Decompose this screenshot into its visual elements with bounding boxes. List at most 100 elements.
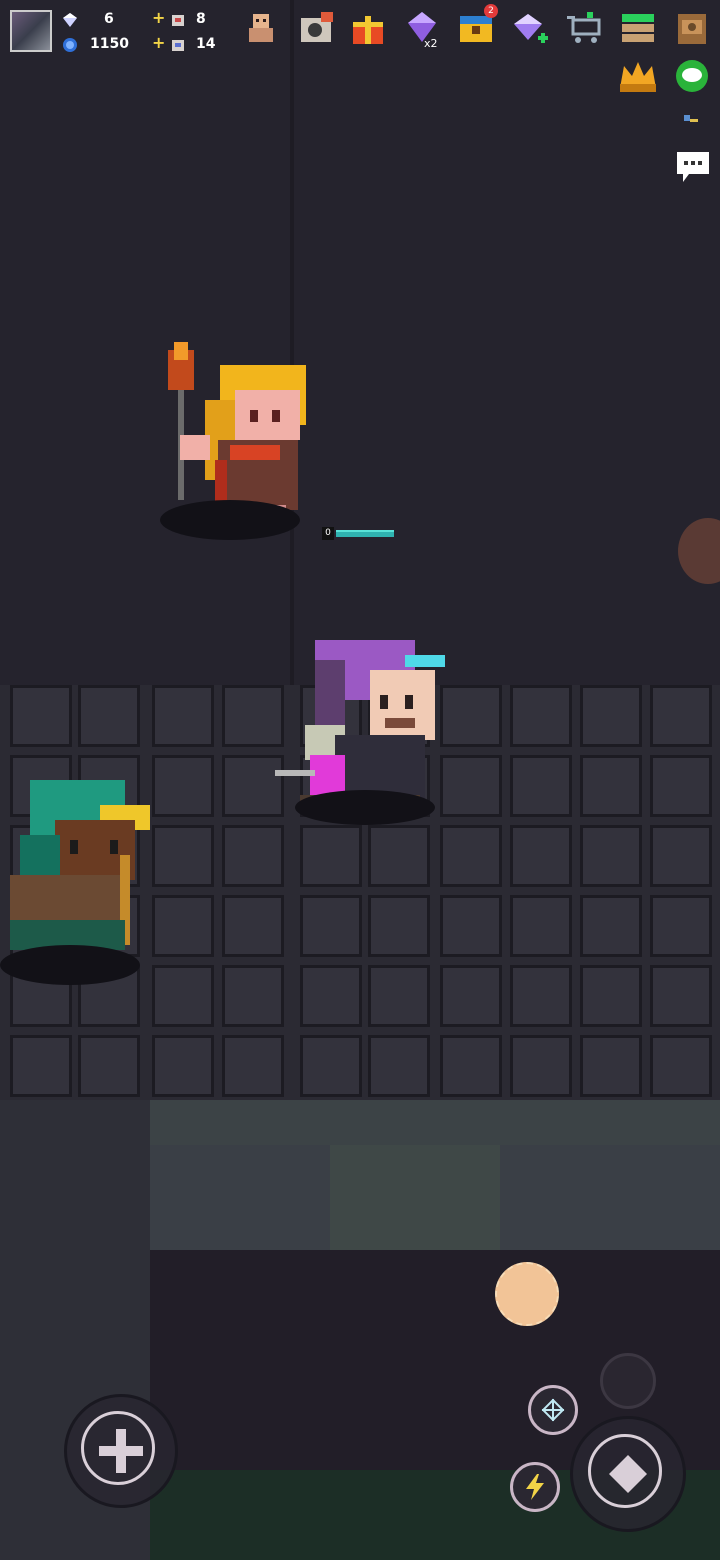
- material-a-icon: [172, 15, 184, 26]
- hooded-rogue-character[interactable]: [275, 640, 450, 830]
- floor-tile: [222, 1035, 284, 1097]
- gift-icon: [353, 16, 383, 44]
- hp-fill: [336, 530, 394, 537]
- floor-tile: [580, 825, 642, 887]
- chat-line-button[interactable]: [674, 58, 710, 94]
- attack-joystick[interactable]: [570, 1416, 686, 1532]
- floor-tile: [650, 825, 712, 887]
- gem-shop-icon: [514, 14, 548, 43]
- move-joystick[interactable]: [64, 1394, 178, 1508]
- move-cross-icon: [99, 1429, 143, 1473]
- floor-tile: [368, 895, 430, 957]
- gem-x2-button[interactable]: x2: [402, 8, 442, 50]
- add-key-b-button[interactable]: +: [152, 33, 165, 52]
- hp-counter: 0: [322, 527, 334, 540]
- key-indicator: [682, 112, 700, 126]
- floor-tile: [440, 965, 502, 1027]
- svg-text:x2: x2: [424, 37, 438, 48]
- floor-tile: [440, 1035, 502, 1097]
- weapon-swap-button[interactable]: [600, 1353, 656, 1409]
- material-b-count: 14: [196, 36, 216, 52]
- lightning-skill-button[interactable]: [510, 1462, 560, 1512]
- floor-tile: [650, 895, 712, 957]
- menu-button[interactable]: [618, 8, 658, 48]
- lightning-icon: [526, 1474, 544, 1500]
- floor-tile: [368, 1035, 430, 1097]
- attack-orb[interactable]: [495, 1262, 559, 1326]
- backpack-button[interactable]: [672, 8, 712, 48]
- archer-character[interactable]: [0, 775, 160, 990]
- floor-tile: [222, 965, 284, 1027]
- camera-button[interactable]: [297, 8, 337, 48]
- floor-tile: [10, 1035, 72, 1097]
- floor-tile: [10, 685, 72, 747]
- floor-tile: [440, 825, 502, 887]
- floor-tile: [510, 755, 572, 817]
- floor-tile: [300, 825, 362, 887]
- floor-tile: [152, 685, 214, 747]
- floor-tile: [368, 965, 430, 1027]
- floor-tile: [78, 685, 140, 747]
- floor-tile: [650, 965, 712, 1027]
- shop-button[interactable]: [565, 8, 605, 48]
- floor-tile: [152, 965, 214, 1027]
- floor-tile: [300, 895, 362, 957]
- floor-tile: [580, 685, 642, 747]
- character-icon: [249, 14, 273, 42]
- floor-tile: [580, 1035, 642, 1097]
- floor-tile: [510, 685, 572, 747]
- shop-cart-icon: [567, 12, 601, 43]
- crown-icon: [620, 62, 656, 92]
- add-key-a-button[interactable]: +: [152, 8, 165, 27]
- player-avatar[interactable]: [10, 10, 52, 52]
- backpack-icon: [678, 14, 706, 44]
- material-b-icon: [172, 40, 184, 51]
- chat-button[interactable]: [675, 150, 711, 184]
- floor-tile: [510, 1035, 572, 1097]
- floor-tile: [510, 965, 572, 1027]
- message-icon: [676, 60, 708, 92]
- game-scene: 0: [0, 0, 720, 1560]
- gem-x2-icon: x2: [408, 12, 438, 50]
- gift-button[interactable]: [348, 8, 388, 48]
- floor-tile: [510, 825, 572, 887]
- floor-tile: [222, 825, 284, 887]
- top-hud: 6 1150 + 8 + 14 x2 2: [0, 0, 720, 60]
- crown-button[interactable]: [618, 58, 658, 94]
- gem-icon: [63, 13, 77, 27]
- character-button[interactable]: [241, 8, 281, 48]
- camera-icon: [301, 12, 333, 42]
- frost-skill-button[interactable]: [528, 1385, 578, 1435]
- floor-tile: [510, 895, 572, 957]
- player-hp-bar: 0: [322, 527, 394, 540]
- key-icon: [684, 115, 698, 122]
- floor-tile: [152, 755, 214, 817]
- chat-bubble-icon: [677, 152, 709, 182]
- gem-count: 6: [104, 11, 114, 27]
- floor-tile: [580, 895, 642, 957]
- treasure-button[interactable]: 2: [456, 4, 498, 48]
- coin-count: 1150: [90, 36, 129, 52]
- mage-character[interactable]: [160, 340, 310, 550]
- floor-tile: [580, 965, 642, 1027]
- floor-tile: [650, 1035, 712, 1097]
- snowflake-icon: [541, 1398, 565, 1422]
- treasure-badge: 2: [484, 4, 498, 18]
- floor-tile: [152, 825, 214, 887]
- floor-tile: [650, 755, 712, 817]
- attack-diamond-icon: [609, 1455, 647, 1493]
- floor-tile: [78, 1035, 140, 1097]
- menu-stack-icon: [622, 14, 654, 42]
- stone-ledge: [150, 1100, 720, 1250]
- floor-tile: [152, 1035, 214, 1097]
- floor-tile: [650, 685, 712, 747]
- coin-icon: [63, 38, 77, 52]
- floor-tile: [152, 895, 214, 957]
- floor-tile: [440, 895, 502, 957]
- dungeon-dark-floor: [0, 0, 720, 690]
- floor-tile: [222, 895, 284, 957]
- floor-tile: [368, 825, 430, 887]
- material-a-count: 8: [196, 11, 206, 27]
- floor-tile: [300, 1035, 362, 1097]
- gem-shop-button[interactable]: [510, 8, 550, 48]
